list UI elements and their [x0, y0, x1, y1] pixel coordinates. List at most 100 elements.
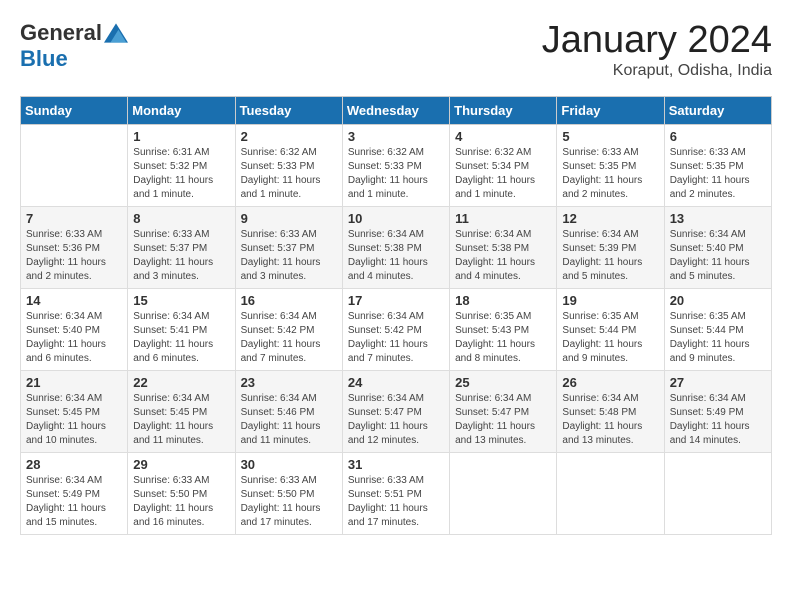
calendar-week-row: 14 Sunrise: 6:34 AMSunset: 5:40 PMDaylig… — [21, 288, 772, 370]
calendar-header-row: Sunday Monday Tuesday Wednesday Thursday… — [21, 96, 772, 124]
table-row: 21 Sunrise: 6:34 AMSunset: 5:45 PMDaylig… — [21, 370, 128, 452]
table-row: 15 Sunrise: 6:34 AMSunset: 5:41 PMDaylig… — [128, 288, 235, 370]
day-number: 14 — [26, 293, 122, 308]
day-info: Sunrise: 6:34 AMSunset: 5:49 PMDaylight:… — [26, 474, 122, 530]
day-number: 24 — [348, 375, 444, 390]
table-row: 9 Sunrise: 6:33 AMSunset: 5:37 PMDayligh… — [235, 206, 342, 288]
header-thursday: Thursday — [450, 96, 557, 124]
day-number: 16 — [241, 293, 337, 308]
logo-icon — [104, 23, 128, 43]
day-number: 30 — [241, 457, 337, 472]
calendar-table: Sunday Monday Tuesday Wednesday Thursday… — [20, 96, 772, 535]
location: Koraput, Odisha, India — [542, 62, 772, 80]
day-number: 18 — [455, 293, 551, 308]
day-number: 17 — [348, 293, 444, 308]
day-number: 2 — [241, 129, 337, 144]
day-number: 26 — [562, 375, 658, 390]
table-row: 29 Sunrise: 6:33 AMSunset: 5:50 PMDaylig… — [128, 452, 235, 534]
day-number: 13 — [670, 211, 766, 226]
table-row: 16 Sunrise: 6:34 AMSunset: 5:42 PMDaylig… — [235, 288, 342, 370]
day-number: 9 — [241, 211, 337, 226]
day-number: 21 — [26, 375, 122, 390]
table-row: 26 Sunrise: 6:34 AMSunset: 5:48 PMDaylig… — [557, 370, 664, 452]
table-row: 20 Sunrise: 6:35 AMSunset: 5:44 PMDaylig… — [664, 288, 771, 370]
header-wednesday: Wednesday — [342, 96, 449, 124]
day-info: Sunrise: 6:34 AMSunset: 5:41 PMDaylight:… — [133, 310, 229, 366]
calendar-week-row: 7 Sunrise: 6:33 AMSunset: 5:36 PMDayligh… — [21, 206, 772, 288]
table-row — [21, 124, 128, 206]
header-tuesday: Tuesday — [235, 96, 342, 124]
day-number: 20 — [670, 293, 766, 308]
table-row: 23 Sunrise: 6:34 AMSunset: 5:46 PMDaylig… — [235, 370, 342, 452]
day-info: Sunrise: 6:34 AMSunset: 5:40 PMDaylight:… — [670, 228, 766, 284]
calendar-week-row: 28 Sunrise: 6:34 AMSunset: 5:49 PMDaylig… — [21, 452, 772, 534]
table-row — [450, 452, 557, 534]
table-row: 10 Sunrise: 6:34 AMSunset: 5:38 PMDaylig… — [342, 206, 449, 288]
day-info: Sunrise: 6:32 AMSunset: 5:33 PMDaylight:… — [241, 146, 337, 202]
day-number: 3 — [348, 129, 444, 144]
table-row — [664, 452, 771, 534]
day-number: 12 — [562, 211, 658, 226]
day-info: Sunrise: 6:34 AMSunset: 5:42 PMDaylight:… — [241, 310, 337, 366]
day-info: Sunrise: 6:33 AMSunset: 5:35 PMDaylight:… — [562, 146, 658, 202]
table-row: 3 Sunrise: 6:32 AMSunset: 5:33 PMDayligh… — [342, 124, 449, 206]
header-friday: Friday — [557, 96, 664, 124]
table-row: 27 Sunrise: 6:34 AMSunset: 5:49 PMDaylig… — [664, 370, 771, 452]
day-info: Sunrise: 6:34 AMSunset: 5:46 PMDaylight:… — [241, 392, 337, 448]
table-row: 22 Sunrise: 6:34 AMSunset: 5:45 PMDaylig… — [128, 370, 235, 452]
table-row: 18 Sunrise: 6:35 AMSunset: 5:43 PMDaylig… — [450, 288, 557, 370]
day-number: 6 — [670, 129, 766, 144]
table-row: 17 Sunrise: 6:34 AMSunset: 5:42 PMDaylig… — [342, 288, 449, 370]
day-info: Sunrise: 6:31 AMSunset: 5:32 PMDaylight:… — [133, 146, 229, 202]
day-info: Sunrise: 6:35 AMSunset: 5:44 PMDaylight:… — [670, 310, 766, 366]
day-info: Sunrise: 6:33 AMSunset: 5:37 PMDaylight:… — [241, 228, 337, 284]
day-info: Sunrise: 6:34 AMSunset: 5:45 PMDaylight:… — [26, 392, 122, 448]
table-row: 28 Sunrise: 6:34 AMSunset: 5:49 PMDaylig… — [21, 452, 128, 534]
day-number: 5 — [562, 129, 658, 144]
day-info: Sunrise: 6:33 AMSunset: 5:36 PMDaylight:… — [26, 228, 122, 284]
table-row: 25 Sunrise: 6:34 AMSunset: 5:47 PMDaylig… — [450, 370, 557, 452]
table-row: 1 Sunrise: 6:31 AMSunset: 5:32 PMDayligh… — [128, 124, 235, 206]
day-number: 4 — [455, 129, 551, 144]
day-info: Sunrise: 6:34 AMSunset: 5:49 PMDaylight:… — [670, 392, 766, 448]
day-number: 29 — [133, 457, 229, 472]
logo-blue: Blue — [20, 46, 68, 72]
day-info: Sunrise: 6:33 AMSunset: 5:35 PMDaylight:… — [670, 146, 766, 202]
day-number: 22 — [133, 375, 229, 390]
table-row: 8 Sunrise: 6:33 AMSunset: 5:37 PMDayligh… — [128, 206, 235, 288]
day-number: 23 — [241, 375, 337, 390]
day-number: 10 — [348, 211, 444, 226]
day-info: Sunrise: 6:34 AMSunset: 5:39 PMDaylight:… — [562, 228, 658, 284]
day-info: Sunrise: 6:34 AMSunset: 5:42 PMDaylight:… — [348, 310, 444, 366]
day-info: Sunrise: 6:33 AMSunset: 5:51 PMDaylight:… — [348, 474, 444, 530]
table-row: 14 Sunrise: 6:34 AMSunset: 5:40 PMDaylig… — [21, 288, 128, 370]
table-row — [557, 452, 664, 534]
calendar-week-row: 21 Sunrise: 6:34 AMSunset: 5:45 PMDaylig… — [21, 370, 772, 452]
day-number: 15 — [133, 293, 229, 308]
day-info: Sunrise: 6:34 AMSunset: 5:47 PMDaylight:… — [348, 392, 444, 448]
table-row: 7 Sunrise: 6:33 AMSunset: 5:36 PMDayligh… — [21, 206, 128, 288]
table-row: 11 Sunrise: 6:34 AMSunset: 5:38 PMDaylig… — [450, 206, 557, 288]
day-info: Sunrise: 6:34 AMSunset: 5:45 PMDaylight:… — [133, 392, 229, 448]
day-info: Sunrise: 6:33 AMSunset: 5:50 PMDaylight:… — [133, 474, 229, 530]
day-number: 27 — [670, 375, 766, 390]
day-number: 11 — [455, 211, 551, 226]
table-row: 30 Sunrise: 6:33 AMSunset: 5:50 PMDaylig… — [235, 452, 342, 534]
day-info: Sunrise: 6:32 AMSunset: 5:34 PMDaylight:… — [455, 146, 551, 202]
table-row: 12 Sunrise: 6:34 AMSunset: 5:39 PMDaylig… — [557, 206, 664, 288]
month-title: January 2024 — [542, 20, 772, 62]
day-info: Sunrise: 6:34 AMSunset: 5:47 PMDaylight:… — [455, 392, 551, 448]
day-info: Sunrise: 6:33 AMSunset: 5:50 PMDaylight:… — [241, 474, 337, 530]
table-row: 6 Sunrise: 6:33 AMSunset: 5:35 PMDayligh… — [664, 124, 771, 206]
table-row: 24 Sunrise: 6:34 AMSunset: 5:47 PMDaylig… — [342, 370, 449, 452]
header-sunday: Sunday — [21, 96, 128, 124]
day-info: Sunrise: 6:34 AMSunset: 5:48 PMDaylight:… — [562, 392, 658, 448]
table-row: 5 Sunrise: 6:33 AMSunset: 5:35 PMDayligh… — [557, 124, 664, 206]
header-saturday: Saturday — [664, 96, 771, 124]
day-number: 7 — [26, 211, 122, 226]
day-info: Sunrise: 6:34 AMSunset: 5:38 PMDaylight:… — [348, 228, 444, 284]
day-number: 8 — [133, 211, 229, 226]
day-info: Sunrise: 6:35 AMSunset: 5:44 PMDaylight:… — [562, 310, 658, 366]
table-row: 13 Sunrise: 6:34 AMSunset: 5:40 PMDaylig… — [664, 206, 771, 288]
day-number: 1 — [133, 129, 229, 144]
